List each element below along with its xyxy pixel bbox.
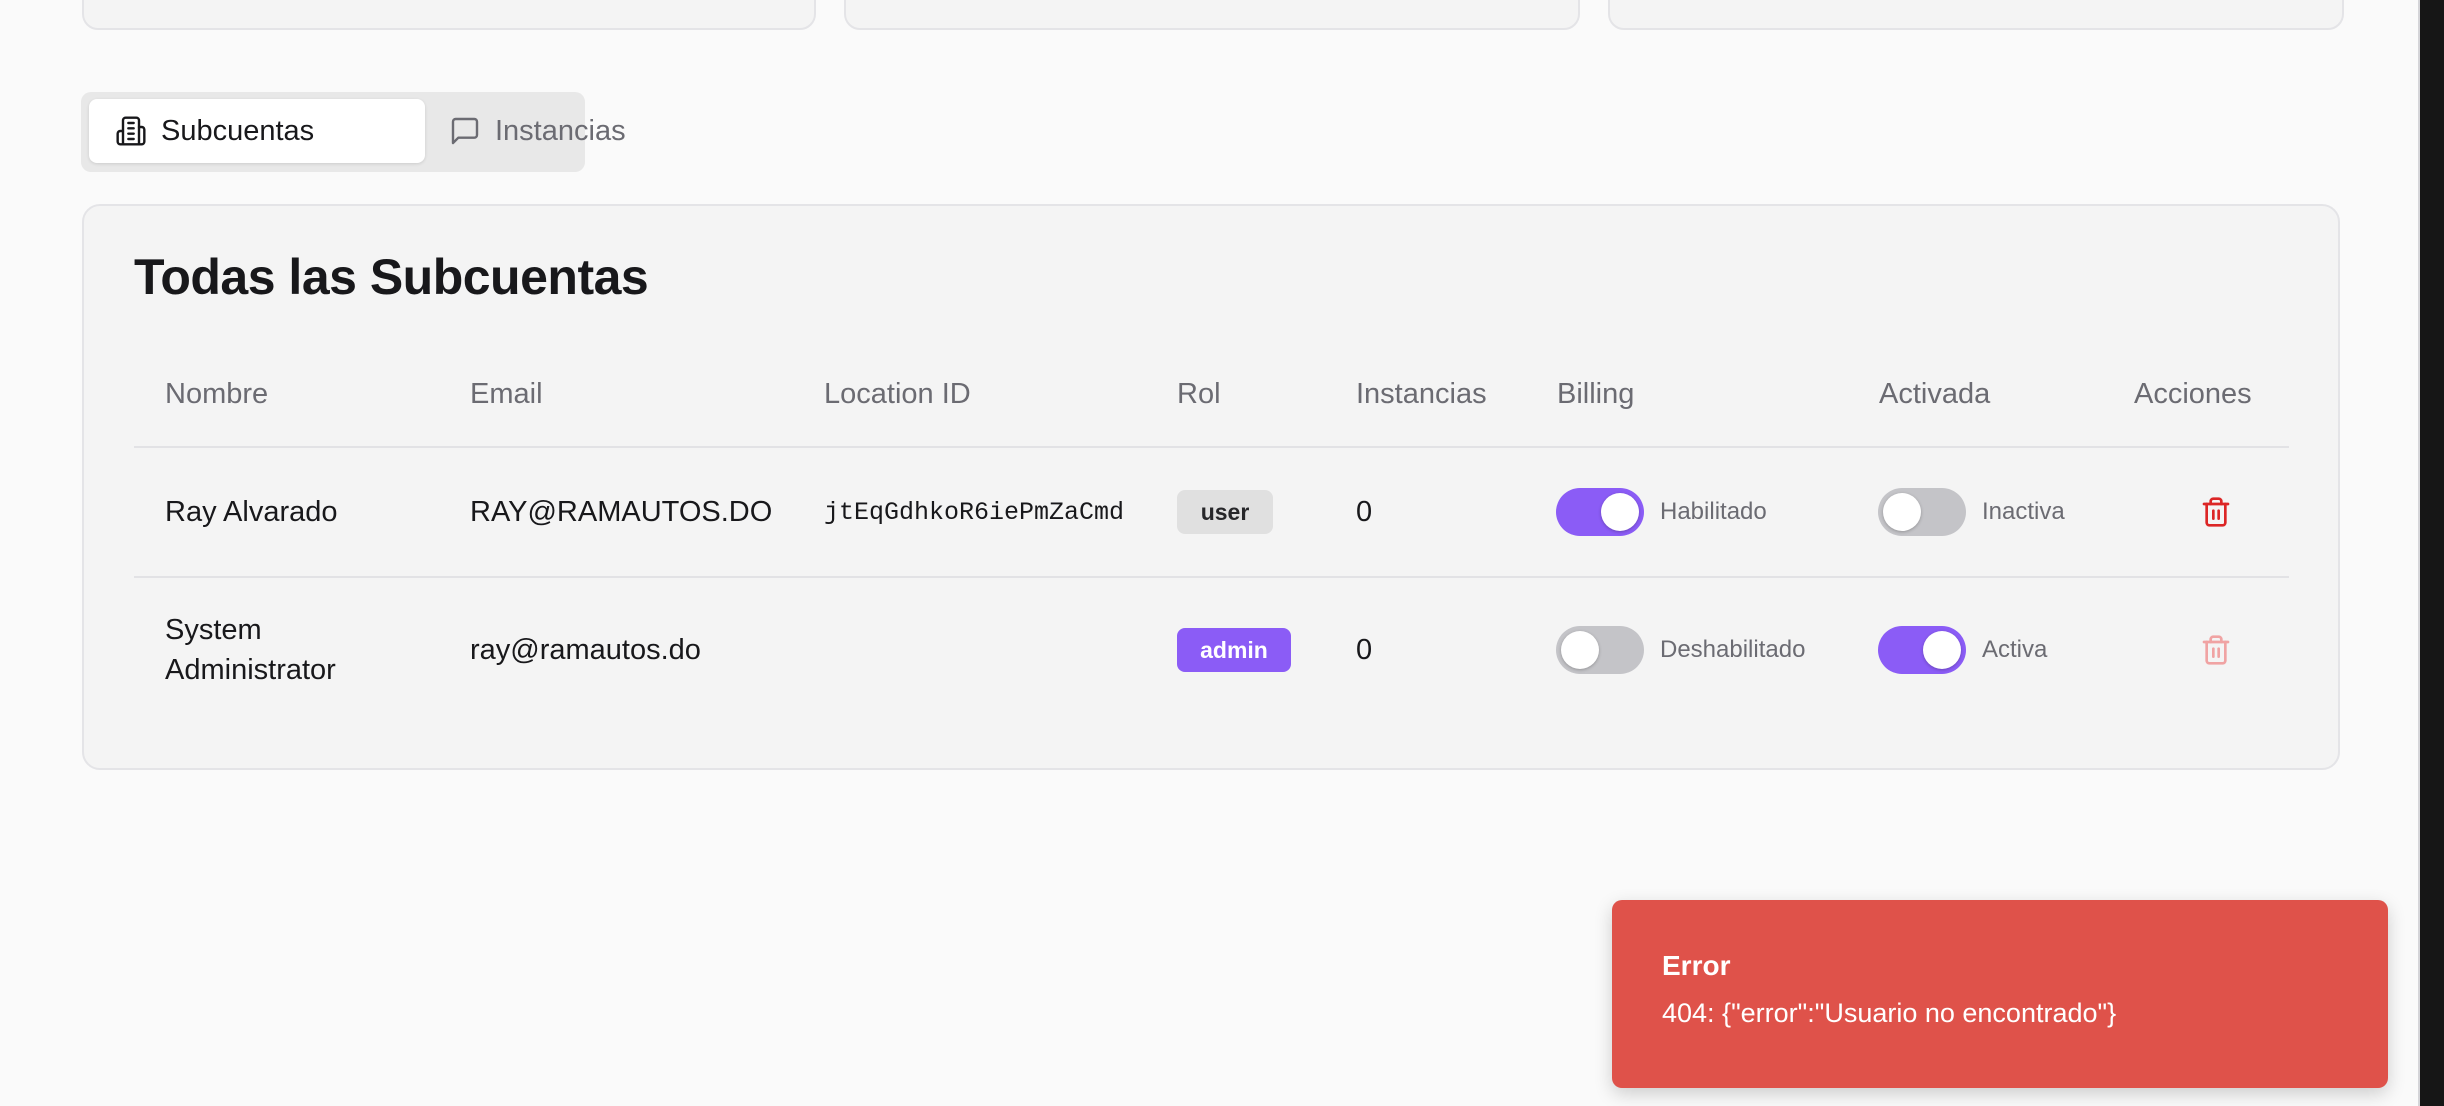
column-header: Email — [470, 378, 543, 410]
toast-message: 404: {"error":"Usuario no encontrado"} — [1662, 998, 2117, 1028]
main-content: Subcuentas Instancias Todas las Subcuent… — [0, 0, 2420, 1106]
name-cell: Ray Alvarado — [165, 496, 338, 528]
column-header: Nombre — [165, 378, 269, 410]
billing-status-label: Habilitado — [1660, 498, 1767, 525]
building-icon — [116, 116, 146, 146]
instances-cell: 0 — [1356, 496, 1373, 528]
active-status-label: Activa — [1982, 636, 2048, 663]
email-cell: ray@ramautos.do — [470, 634, 701, 666]
column-header: Acciones — [2134, 378, 2252, 410]
trash-icon[interactable] — [2200, 632, 2232, 668]
error-toast[interactable]: Error 404: {"error":"Usuario no encontra… — [1612, 900, 2388, 1088]
billing-toggle[interactable] — [1556, 488, 1644, 536]
tab-instancias[interactable]: Instancias — [425, 99, 626, 163]
instances-cell: 0 — [1356, 634, 1373, 666]
divider — [134, 446, 2289, 448]
active-status-label: Inactiva — [1982, 498, 2065, 525]
location-id-cell: jtEqGdhkoR6iePmZaCmd — [824, 498, 1125, 527]
tab-label: Instancias — [495, 114, 626, 147]
message-square-icon — [451, 117, 479, 145]
column-header: Rol — [1177, 378, 1221, 410]
trash-icon[interactable] — [2200, 494, 2232, 530]
role-badge: user — [1177, 490, 1273, 534]
column-header: Activada — [1879, 378, 1991, 410]
stat-card — [1608, 0, 2344, 30]
subaccounts-card: Todas las Subcuentas Nombre Email Locati… — [82, 204, 2340, 770]
tab-label: Subcuentas — [161, 114, 315, 147]
tab-subcuentas[interactable]: Subcuentas — [89, 99, 425, 163]
toast-title: Error — [1662, 950, 1731, 981]
email-cell: RAY@RAMAUTOS.DO — [470, 496, 773, 528]
column-header: Location ID — [824, 378, 971, 410]
name-cell: System — [165, 614, 262, 646]
column-header: Instancias — [1356, 378, 1487, 410]
divider — [134, 576, 2289, 578]
billing-toggle[interactable] — [1556, 626, 1644, 674]
card-title: Todas las Subcuentas — [134, 249, 649, 305]
billing-status-label: Deshabilitado — [1660, 636, 1806, 663]
stat-card — [82, 0, 816, 30]
role-badge: admin — [1177, 628, 1291, 672]
name-cell-line2: Administrator — [165, 654, 336, 686]
active-toggle[interactable] — [1878, 626, 1966, 674]
column-header: Billing — [1557, 378, 1635, 410]
active-toggle[interactable] — [1878, 488, 1966, 536]
stat-card — [844, 0, 1580, 30]
tab-list: Subcuentas Instancias — [81, 92, 626, 172]
